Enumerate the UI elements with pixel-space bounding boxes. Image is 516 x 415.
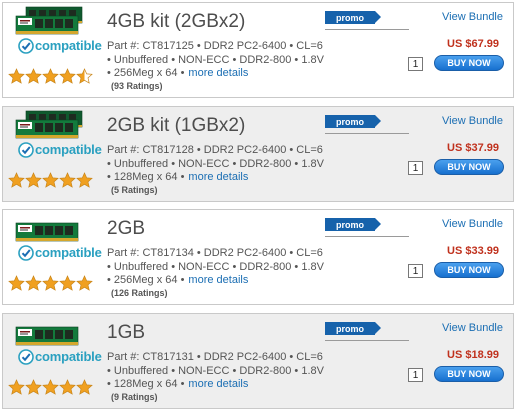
buy-now-button[interactable]: BUY NOW	[434, 366, 504, 382]
spec-line-2: • Unbuffered • NON-ECC • DDR2-800 • 1.8V	[107, 53, 324, 66]
ratings-count[interactable]: (5 Ratings)	[111, 185, 158, 195]
half-star-icon	[76, 68, 93, 84]
quantity-input[interactable]	[408, 57, 423, 71]
star-icon	[59, 275, 76, 291]
more-details-link[interactable]: more details	[188, 171, 248, 183]
check-badge-icon	[18, 349, 34, 365]
star-icon	[8, 68, 25, 84]
product-specs: Part #: CT817134 • DDR2 PC2-6400 • CL=6 …	[107, 247, 342, 288]
spec-line-3: • 256Meg x 64 • more details	[107, 67, 249, 79]
check-badge-icon	[18, 38, 34, 54]
view-bundle-link[interactable]: View Bundle	[442, 322, 503, 334]
star-icon	[8, 172, 25, 188]
price: US $33.99	[447, 245, 499, 257]
spec-line-3: • 128Meg x 64 • more details	[107, 378, 249, 390]
star-icon	[59, 172, 76, 188]
product-card: compatible 2GB Part #: CT817134 • DDR2 P…	[2, 209, 514, 305]
quantity-input[interactable]	[408, 368, 423, 382]
divider	[325, 236, 409, 237]
buy-now-button[interactable]: BUY NOW	[434, 55, 504, 71]
star-icon	[25, 172, 42, 188]
star-icon	[42, 68, 59, 84]
star-icon	[42, 379, 59, 395]
more-details-link[interactable]: more details	[188, 378, 248, 390]
compatible-label: compatible	[35, 38, 102, 53]
product-title[interactable]: 2GB	[107, 218, 145, 240]
ratings-count[interactable]: (93 Ratings)	[111, 81, 163, 91]
product-specs: Part #: CT817128 • DDR2 PC2-6400 • CL=6 …	[107, 144, 342, 185]
divider	[325, 133, 409, 134]
product-title[interactable]: 2GB kit (1GBx2)	[107, 115, 245, 137]
more-details-link[interactable]: more details	[188, 274, 248, 286]
star-icon	[59, 68, 76, 84]
spec-line-2: • Unbuffered • NON-ECC • DDR2-800 • 1.8V	[107, 364, 324, 377]
ratings-count[interactable]: (126 Ratings)	[111, 288, 168, 298]
price: US $67.99	[447, 38, 499, 50]
star-icon	[8, 379, 25, 395]
compatible-label: compatible	[35, 349, 102, 364]
star-icon	[25, 379, 42, 395]
product-specs: Part #: CT817131 • DDR2 PC2-6400 • CL=6 …	[107, 351, 342, 392]
spec-line-2: • Unbuffered • NON-ECC • DDR2-800 • 1.8V	[107, 260, 324, 273]
price: US $37.99	[447, 142, 499, 154]
star-rating	[8, 172, 93, 188]
promo-badge[interactable]: promo	[325, 322, 381, 335]
view-bundle-link[interactable]: View Bundle	[442, 115, 503, 127]
product-title[interactable]: 1GB	[107, 322, 145, 344]
ratings-count[interactable]: (9 Ratings)	[111, 392, 158, 402]
star-icon	[42, 275, 59, 291]
spec-line-1: Part #: CT817131 • DDR2 PC2-6400 • CL=6	[107, 351, 323, 363]
product-card: compatible 4GB kit (2GBx2) Part #: CT817…	[2, 2, 514, 98]
spec-line-2: • Unbuffered • NON-ECC • DDR2-800 • 1.8V	[107, 157, 324, 170]
buy-now-button[interactable]: BUY NOW	[434, 159, 504, 175]
divider	[325, 29, 409, 30]
product-card: compatible 2GB kit (1GBx2) Part #: CT817…	[2, 106, 514, 202]
product-specs: Part #: CT817125 • DDR2 PC2-6400 • CL=6 …	[107, 40, 342, 81]
view-bundle-link[interactable]: View Bundle	[442, 218, 503, 230]
star-rating	[8, 379, 93, 395]
star-icon	[25, 275, 42, 291]
price: US $18.99	[447, 349, 499, 361]
product-card: compatible 1GB Part #: CT817131 • DDR2 P…	[2, 313, 514, 409]
spec-line-1: Part #: CT817134 • DDR2 PC2-6400 • CL=6	[107, 247, 323, 259]
buy-now-button[interactable]: BUY NOW	[434, 262, 504, 278]
spec-line-3: • 128Meg x 64 • more details	[107, 171, 249, 183]
promo-badge[interactable]: promo	[325, 115, 381, 128]
quantity-input[interactable]	[408, 161, 423, 175]
star-icon	[42, 172, 59, 188]
star-icon	[76, 275, 93, 291]
compatible-label: compatible	[35, 245, 102, 260]
promo-badge[interactable]: promo	[325, 11, 381, 24]
divider	[325, 340, 409, 341]
check-badge-icon	[18, 245, 34, 261]
star-rating	[8, 68, 93, 84]
product-title[interactable]: 4GB kit (2GBx2)	[107, 11, 245, 33]
spec-line-3: • 256Meg x 64 • more details	[107, 274, 249, 286]
view-bundle-link[interactable]: View Bundle	[442, 11, 503, 23]
compatible-label: compatible	[35, 142, 102, 157]
spec-line-1: Part #: CT817128 • DDR2 PC2-6400 • CL=6	[107, 144, 323, 156]
star-icon	[25, 68, 42, 84]
more-details-link[interactable]: more details	[188, 67, 248, 79]
star-icon	[8, 275, 25, 291]
spec-line-1: Part #: CT817125 • DDR2 PC2-6400 • CL=6	[107, 40, 323, 52]
star-icon	[59, 379, 76, 395]
quantity-input[interactable]	[408, 264, 423, 278]
star-rating	[8, 275, 93, 291]
check-badge-icon	[18, 142, 34, 158]
star-icon	[76, 379, 93, 395]
star-icon	[76, 172, 93, 188]
promo-badge[interactable]: promo	[325, 218, 381, 231]
